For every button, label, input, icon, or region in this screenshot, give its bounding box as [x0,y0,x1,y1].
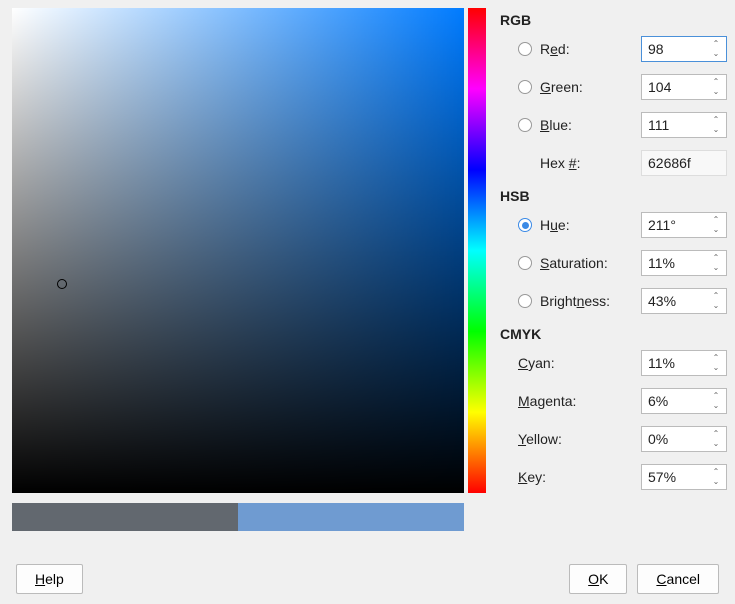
green-spinbox[interactable]: 104 ⌃⌄ [641,74,727,100]
red-label: Red: [540,41,641,57]
spin-arrows-icon[interactable]: ⌃⌄ [710,216,726,234]
brightness-label: Brightness: [540,293,641,309]
radio-hue[interactable] [518,218,532,232]
spin-arrows-icon[interactable]: ⌃⌄ [710,292,726,310]
hex-input[interactable]: 62686f [641,150,727,176]
spin-arrows-icon[interactable]: ⌃⌄ [710,468,726,486]
radio-green[interactable] [518,80,532,94]
hsb-group-title: HSB [500,188,727,204]
magenta-spinbox[interactable]: 6% ⌃⌄ [641,388,727,414]
magenta-label: Magenta: [518,393,641,409]
cmyk-group-title: CMYK [500,326,727,342]
yellow-spinbox[interactable]: 0% ⌃⌄ [641,426,727,452]
spin-arrows-icon[interactable]: ⌃⌄ [710,430,726,448]
blue-label: Blue: [540,117,641,133]
sv-cursor[interactable] [57,279,67,289]
ok-button[interactable]: OK [569,564,627,594]
radio-blue[interactable] [518,118,532,132]
spin-arrows-icon[interactable]: ⌃⌄ [710,254,726,272]
spin-arrows-icon[interactable]: ⌃⌄ [710,354,726,372]
spin-arrows-icon[interactable]: ⌃⌄ [710,116,726,134]
radio-saturation[interactable] [518,256,532,270]
hue-label: Hue: [540,217,641,233]
saturation-label: Saturation: [540,255,641,271]
red-spinbox[interactable]: 98 ⌃⌄ [641,36,727,62]
key-spinbox[interactable]: 57% ⌃⌄ [641,464,727,490]
color-compare-swatch [12,503,464,531]
cyan-spinbox[interactable]: 11% ⌃⌄ [641,350,727,376]
cancel-button[interactable]: Cancel [637,564,719,594]
swatch-new-color [238,503,464,531]
rgb-group-title: RGB [500,12,727,28]
spin-arrows-icon[interactable]: ⌃⌄ [710,78,726,96]
hue-spinbox[interactable]: 211° ⌃⌄ [641,212,727,238]
hue-slider[interactable] [468,8,486,493]
brightness-spinbox[interactable]: 43% ⌃⌄ [641,288,727,314]
spin-arrows-icon[interactable]: ⌃⌄ [710,40,726,58]
help-button[interactable]: Help [16,564,83,594]
key-label: Key: [518,469,641,485]
radio-brightness[interactable] [518,294,532,308]
cyan-label: Cyan: [518,355,641,371]
hex-label: Hex #: [540,155,641,171]
saturation-value-field[interactable] [12,8,464,493]
saturation-spinbox[interactable]: 11% ⌃⌄ [641,250,727,276]
radio-red[interactable] [518,42,532,56]
swatch-old-color [12,503,238,531]
blue-spinbox[interactable]: 111 ⌃⌄ [641,112,727,138]
green-label: Green: [540,79,641,95]
spin-arrows-icon[interactable]: ⌃⌄ [710,392,726,410]
yellow-label: Yellow: [518,431,641,447]
